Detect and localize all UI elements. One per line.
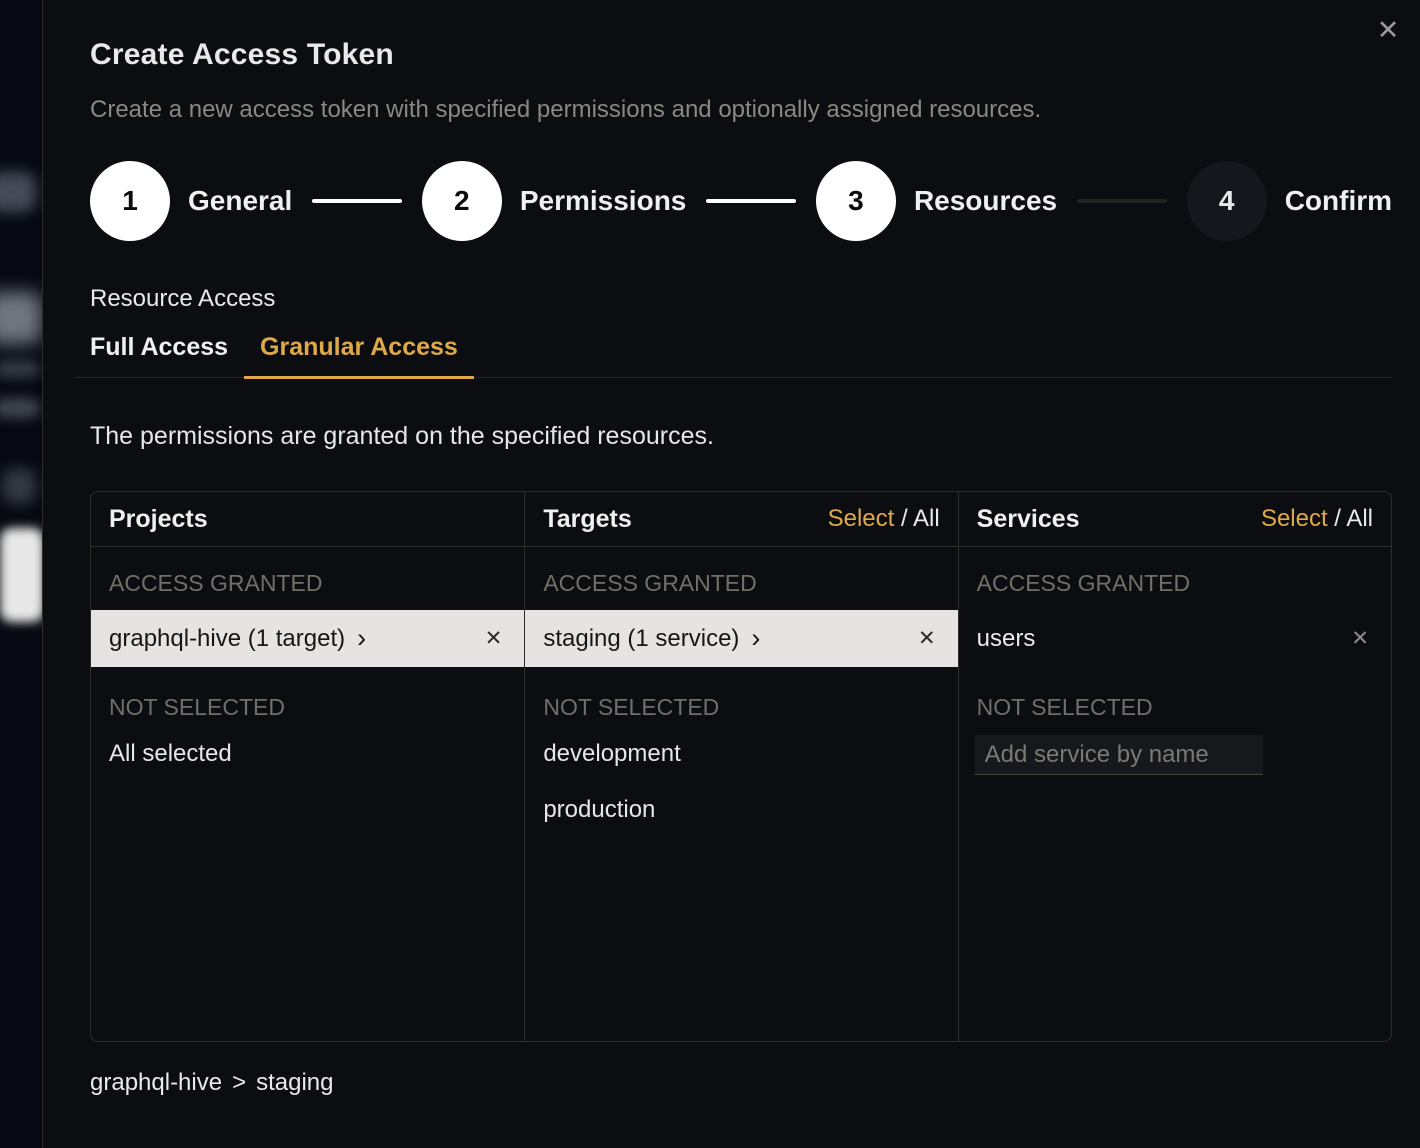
chevron-right-icon: › — [357, 625, 366, 652]
not-selected-label: NOT SELECTED — [525, 694, 957, 721]
step-label: Confirm — [1285, 185, 1392, 217]
remove-service-icon[interactable]: ✕ — [1351, 626, 1369, 651]
targets-all-link[interactable]: All — [913, 505, 940, 532]
targets-column: Targets Select / All ACCESS GRANTED stag… — [524, 492, 957, 1041]
step-number-badge: 2 — [422, 161, 502, 241]
targets-select-link[interactable]: Select — [828, 505, 895, 532]
select-all-separator: / — [894, 505, 913, 532]
background-page — [0, 0, 42, 1148]
step-general[interactable]: 1 General — [90, 161, 292, 241]
add-service-input[interactable] — [975, 735, 1263, 775]
selected-target-row[interactable]: staging (1 service) › ✕ — [525, 610, 957, 667]
backdrop-blur-shape — [2, 468, 36, 504]
projects-column-header: Projects — [91, 492, 524, 547]
backdrop-blur-shape — [0, 292, 42, 344]
services-select-all: Select / All — [1261, 505, 1373, 533]
projects-column-title: Projects — [109, 505, 208, 534]
breadcrumb-separator-icon: > — [232, 1069, 246, 1096]
step-number-badge: 4 — [1187, 161, 1267, 241]
backdrop-blur-shape — [0, 360, 40, 378]
select-all-separator: / — [1328, 505, 1347, 532]
selected-service-name: users — [977, 625, 1036, 653]
tab-granular-access[interactable]: Granular Access — [244, 333, 474, 379]
step-label: General — [188, 185, 292, 217]
backdrop-blur-shape — [0, 398, 40, 418]
targets-column-title: Targets — [543, 505, 631, 534]
remove-project-icon[interactable]: ✕ — [485, 626, 503, 651]
resource-access-heading: Resource Access — [90, 285, 1392, 313]
services-column: Services Select / All ACCESS GRANTED use… — [958, 492, 1391, 1041]
services-column-title: Services — [977, 505, 1080, 534]
dialog-title: Create Access Token — [90, 38, 1392, 72]
remove-target-icon[interactable]: ✕ — [918, 626, 936, 651]
step-permissions[interactable]: 2 Permissions — [422, 161, 687, 241]
step-resources[interactable]: 3 Resources — [816, 161, 1057, 241]
tab-full-access[interactable]: Full Access — [74, 333, 244, 379]
targets-column-header: Targets Select / All — [525, 492, 957, 547]
access-granted-label: ACCESS GRANTED — [91, 570, 524, 597]
targets-select-all: Select / All — [828, 505, 940, 533]
services-column-header: Services Select / All — [959, 492, 1391, 547]
breadcrumb-project: graphql-hive — [90, 1069, 222, 1096]
step-label: Resources — [914, 185, 1057, 217]
projects-all-selected-note: All selected — [91, 737, 524, 771]
stepper: 1 General 2 Permissions 3 Resources 4 Co… — [90, 161, 1392, 241]
breadcrumb-target: staging — [256, 1069, 333, 1096]
services-select-link[interactable]: Select — [1261, 505, 1328, 532]
access-granted-label: ACCESS GRANTED — [525, 570, 957, 597]
step-connector — [1077, 199, 1167, 203]
selected-target-name: staging (1 service) — [543, 625, 739, 653]
breadcrumb: graphql-hive > staging — [90, 1069, 1392, 1097]
selected-project-row[interactable]: graphql-hive (1 target) › ✕ — [91, 610, 524, 667]
target-option-development[interactable]: development — [525, 737, 957, 771]
resource-access-tabs: Full Access Granular Access — [74, 333, 1392, 378]
step-connector — [706, 199, 796, 203]
target-option-production[interactable]: production — [525, 793, 957, 827]
resource-selection-table: Projects ACCESS GRANTED graphql-hive (1 … — [90, 491, 1392, 1042]
resource-access-description: The permissions are granted on the speci… — [90, 422, 1392, 451]
selected-project-name: graphql-hive (1 target) — [109, 625, 345, 653]
dialog-subtitle: Create a new access token with specified… — [90, 96, 1392, 124]
step-label: Permissions — [520, 185, 687, 217]
step-connector — [312, 199, 402, 203]
close-icon[interactable]: ✕ — [1368, 10, 1408, 50]
services-all-link[interactable]: All — [1346, 505, 1373, 532]
access-granted-label: ACCESS GRANTED — [959, 570, 1391, 597]
not-selected-label: NOT SELECTED — [91, 694, 524, 721]
chevron-right-icon: › — [751, 625, 760, 652]
backdrop-blur-shape — [0, 172, 36, 212]
backdrop-blur-shape — [0, 528, 42, 622]
step-number-badge: 1 — [90, 161, 170, 241]
not-selected-label: NOT SELECTED — [959, 694, 1391, 721]
create-access-token-dialog: ✕ Create Access Token Create a new acces… — [42, 0, 1420, 1148]
step-number-badge: 3 — [816, 161, 896, 241]
projects-column: Projects ACCESS GRANTED graphql-hive (1 … — [91, 492, 524, 1041]
step-confirm[interactable]: 4 Confirm — [1187, 161, 1392, 241]
selected-service-row: users ✕ — [959, 610, 1391, 667]
